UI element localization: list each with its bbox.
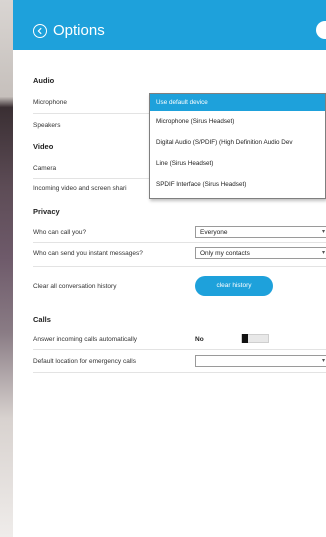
clear-history-button[interactable]: clear history <box>195 276 273 296</box>
incoming-video-label: Incoming video and screen shari <box>33 185 127 192</box>
divider <box>33 266 326 267</box>
page-title: Options <box>53 22 105 39</box>
speakers-label: Speakers <box>33 122 61 129</box>
dropdown-option[interactable]: SPDIF Interface (Sirus Headset) <box>150 174 325 195</box>
who-can-call-value: Everyone <box>200 229 228 236</box>
dropdown-option[interactable]: Line (Sirus Headset) <box>150 153 325 174</box>
dropdown-option[interactable]: Use default device <box>150 94 325 111</box>
microphone-label: Microphone <box>33 99 67 106</box>
microphone-dropdown-list: Use default device Microphone (Sirus Hea… <box>149 93 326 199</box>
divider <box>33 349 326 350</box>
chevron-down-icon: ▾ <box>321 250 325 256</box>
who-can-call-label: Who can call you? <box>33 229 87 236</box>
emergency-location-select[interactable]: ▾ <box>195 355 326 367</box>
answer-automatically-toggle[interactable] <box>241 334 269 343</box>
back-arrow-icon <box>37 27 42 35</box>
privacy-section-title: Privacy <box>33 207 60 216</box>
who-can-call-select[interactable]: Everyone ▾ <box>195 226 326 238</box>
toggle-knob <box>242 334 248 343</box>
options-panel: Options Audio Microphone Speakers Video … <box>13 0 326 537</box>
back-button[interactable] <box>33 24 47 38</box>
dropdown-option[interactable]: Digital Audio (S/PDIF) (High Definition … <box>150 132 325 153</box>
dropdown-option[interactable]: Microphone (Sirus Headset) <box>150 111 325 132</box>
who-can-message-label: Who can send you instant messages? <box>33 250 143 257</box>
answer-automatically-value: No <box>195 336 204 343</box>
who-can-message-value: Only my contacts <box>200 250 250 257</box>
camera-label: Camera <box>33 165 57 172</box>
skype-logo-icon <box>316 21 326 39</box>
calls-section-title: Calls <box>33 315 51 324</box>
emergency-location-label: Default location for emergency calls <box>33 358 136 365</box>
background-photo <box>0 0 13 537</box>
video-section-title: Video <box>33 142 54 151</box>
who-can-message-select[interactable]: Only my contacts ▾ <box>195 247 326 259</box>
chevron-down-icon: ▾ <box>321 358 325 364</box>
options-header: Options <box>13 0 326 50</box>
clear-history-label: Clear all conversation history <box>33 283 117 290</box>
divider <box>33 372 326 373</box>
chevron-down-icon: ▾ <box>321 229 325 235</box>
audio-section-title: Audio <box>33 76 55 85</box>
divider <box>33 242 326 243</box>
answer-automatically-label: Answer incoming calls automatically <box>33 336 138 343</box>
